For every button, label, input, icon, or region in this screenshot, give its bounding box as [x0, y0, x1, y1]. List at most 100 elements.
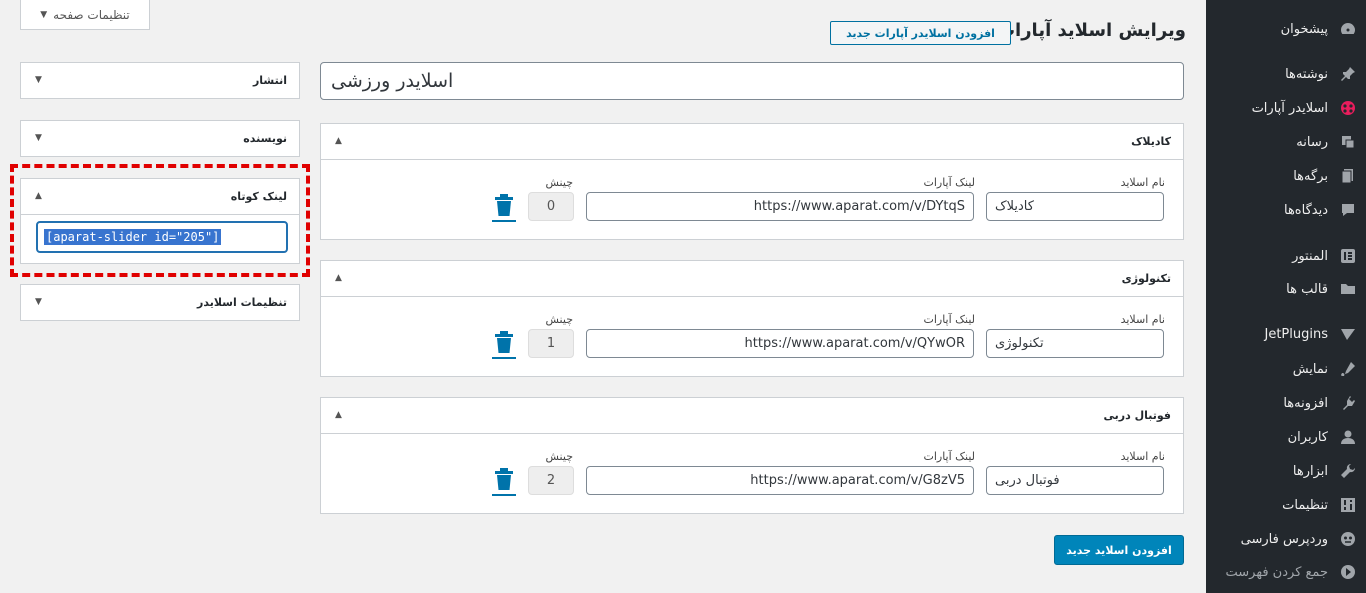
- slide-box: تکنولوژی ▲ نام اسلاید لینک آپارات چینش ت…: [320, 260, 1184, 377]
- sidebar-item-dashboard[interactable]: پیشخوان: [1206, 15, 1366, 43]
- sidebar-item-wp-persian[interactable]: وردپرس فارسی: [1206, 525, 1366, 553]
- users-icon: [1338, 427, 1358, 447]
- sidebar-item-label: دیدگاه‌ها: [1283, 202, 1328, 218]
- sidebar-item-label: پیشخوان: [1280, 21, 1328, 37]
- sidebar-item-settings[interactable]: تنظیمات: [1206, 491, 1366, 519]
- slide-link-input[interactable]: https://www.aparat.com/v/DYtqS: [586, 192, 974, 221]
- collapse-arrow-icon[interactable]: ▲: [335, 136, 342, 146]
- sidebar-item-label: JetPlugins: [1264, 326, 1329, 342]
- highlight-outline: [10, 164, 310, 277]
- slider-settings-box-header[interactable]: تنظیمات اسلایدر ▼: [21, 285, 299, 321]
- pages-icon: [1338, 166, 1358, 186]
- sidebar-item-label: تنظیمات: [1282, 497, 1328, 513]
- publish-box: انتشار ▼: [20, 62, 300, 99]
- sidebar-item-users[interactable]: کاربران: [1206, 423, 1366, 451]
- sidebar-item-label: اسلایدر آپارات: [1251, 100, 1328, 116]
- sidebar-item-media[interactable]: رسانه: [1206, 128, 1366, 156]
- sidebar-item-pages[interactable]: برگه‌ها: [1206, 162, 1366, 190]
- slide-name-label: نام اسلاید: [1120, 313, 1165, 326]
- slide-name-input[interactable]: تکنولوژی: [986, 329, 1164, 358]
- collapse-icon: [1338, 562, 1358, 582]
- add-slide-button[interactable]: افزودن اسلاید جدید: [1054, 535, 1184, 565]
- slide-link-input[interactable]: https://www.aparat.com/v/G8zV5: [586, 466, 974, 495]
- author-box: نویسنده ▼: [20, 120, 300, 157]
- screen-options-button[interactable]: ▼ تنظیمات صفحه: [20, 0, 150, 30]
- sidebar-item-jetplugins[interactable]: JetPlugins: [1206, 320, 1366, 348]
- slide-link-input[interactable]: https://www.aparat.com/v/QYwOR: [586, 329, 974, 358]
- slide-order-label: چینش: [545, 450, 573, 463]
- chevron-down-icon[interactable]: ▼: [35, 75, 42, 85]
- slide-order-label: چینش: [545, 313, 573, 326]
- admin-sidebar: پیشخوان نوشته‌ها اسلایدر آپارات رسانه بر…: [1206, 0, 1366, 593]
- sidebar-item-plugins[interactable]: افزونه‌ها: [1206, 389, 1366, 417]
- settings-icon: [1338, 495, 1358, 515]
- sidebar-item-tools[interactable]: ابزارها: [1206, 457, 1366, 485]
- slider-settings-box: تنظیمات اسلایدر ▼: [20, 284, 300, 321]
- sidebar-item-label: جمع کردن فهرست: [1225, 564, 1328, 580]
- sidebar-item-elementor[interactable]: المنتور: [1206, 242, 1366, 270]
- sidebar-collapse-menu[interactable]: جمع کردن فهرست: [1206, 558, 1366, 586]
- trash-icon[interactable]: [491, 193, 517, 223]
- sidebar-item-label: کاربران: [1287, 429, 1328, 445]
- dashboard-icon: [1338, 19, 1358, 39]
- slide-order-input[interactable]: 1: [528, 329, 574, 358]
- sidebar-item-aparat-slider[interactable]: اسلایدر آپارات: [1206, 94, 1366, 122]
- slide-name-label: نام اسلاید: [1120, 450, 1165, 463]
- sidebar-item-label: المنتور: [1292, 248, 1328, 264]
- slide-link-label: لینک آپارات: [923, 450, 975, 463]
- sidebar-item-label: نمایش: [1292, 361, 1328, 377]
- publish-box-title: انتشار: [252, 74, 287, 87]
- sidebar-item-label: وردپرس فارسی: [1240, 531, 1328, 547]
- plugins-icon: [1338, 393, 1358, 413]
- sidebar-item-label: نوشته‌ها: [1285, 66, 1328, 82]
- collapse-arrow-icon[interactable]: ▲: [335, 410, 342, 420]
- sidebar-item-label: ابزارها: [1292, 463, 1328, 479]
- sidebar-item-label: قالب ها: [1286, 281, 1328, 297]
- sidebar-item-label: رسانه: [1296, 134, 1328, 150]
- slide-link-label: لینک آپارات: [923, 176, 975, 189]
- slide-name-input[interactable]: فوتبال دربی: [986, 466, 1164, 495]
- pin-icon: [1338, 64, 1358, 84]
- sidebar-item-comments[interactable]: دیدگاه‌ها: [1206, 196, 1366, 224]
- author-box-header[interactable]: نویسنده ▼: [21, 121, 299, 157]
- trash-icon[interactable]: [491, 467, 517, 497]
- trash-icon[interactable]: [491, 330, 517, 360]
- post-title-input[interactable]: اسلایدر ورزشی: [320, 62, 1184, 100]
- collapse-arrow-icon[interactable]: ▲: [335, 273, 342, 283]
- chevron-down-icon[interactable]: ▼: [35, 297, 42, 307]
- screen-options-label: تنظیمات صفحه: [53, 7, 130, 22]
- folder-icon: [1338, 279, 1358, 299]
- slide-order-input[interactable]: 2: [528, 466, 574, 495]
- page-title: ویرایش اسلاید آپارات: [996, 20, 1186, 41]
- chevron-down-icon: ▼: [40, 9, 48, 20]
- slide-heading: تکنولوژی: [1121, 272, 1171, 285]
- jetplugins-icon: [1338, 324, 1358, 344]
- elementor-icon: [1338, 246, 1358, 266]
- slide-header[interactable]: تکنولوژی ▲: [321, 261, 1183, 297]
- aparat-icon: [1338, 98, 1358, 118]
- chevron-down-icon[interactable]: ▼: [35, 133, 42, 143]
- sidebar-item-posts[interactable]: نوشته‌ها: [1206, 60, 1366, 88]
- slide-heading: فوتبال دربی: [1103, 409, 1171, 422]
- slide-heading: کادیلاک: [1131, 135, 1171, 148]
- slide-order-input[interactable]: 0: [528, 192, 574, 221]
- publish-box-header[interactable]: انتشار ▼: [21, 63, 299, 99]
- slide-box: کادیلاک ▲ نام اسلاید لینک آپارات چینش کا…: [320, 123, 1184, 240]
- slide-name-label: نام اسلاید: [1120, 176, 1165, 189]
- comments-icon: [1338, 200, 1358, 220]
- slide-order-label: چینش: [545, 176, 573, 189]
- slider-settings-box-title: تنظیمات اسلایدر: [197, 296, 287, 309]
- slide-header[interactable]: کادیلاک ▲: [321, 124, 1183, 160]
- slide-name-input[interactable]: کادیلاک: [986, 192, 1164, 221]
- sidebar-item-label: برگه‌ها: [1293, 168, 1328, 184]
- wp-persian-icon: [1338, 529, 1358, 549]
- sidebar-item-label: افزونه‌ها: [1283, 395, 1328, 411]
- author-box-title: نویسنده: [243, 132, 287, 145]
- appearance-icon: [1338, 359, 1358, 379]
- sidebar-item-appearance[interactable]: نمایش: [1206, 355, 1366, 383]
- add-new-slider-button[interactable]: افزودن اسلایدر آپارات جدید: [830, 21, 1011, 45]
- slide-link-label: لینک آپارات: [923, 313, 975, 326]
- slide-header[interactable]: فوتبال دربی ▲: [321, 398, 1183, 434]
- sidebar-item-templates[interactable]: قالب ها: [1206, 275, 1366, 303]
- slide-box: فوتبال دربی ▲ نام اسلاید لینک آپارات چین…: [320, 397, 1184, 514]
